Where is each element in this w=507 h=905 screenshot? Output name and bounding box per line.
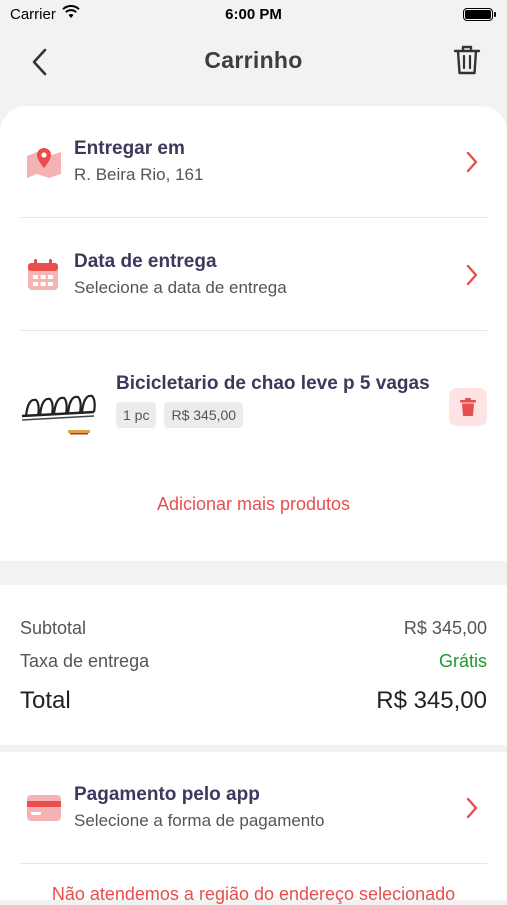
delivery-fee-row: Taxa de entrega Grátis xyxy=(20,645,487,678)
subtotal-value: R$ 345,00 xyxy=(403,618,487,638)
remove-item-button[interactable] xyxy=(449,388,487,426)
total-row: Total R$ 345,00 xyxy=(20,678,487,724)
delivery-address: R. Beira Rio, 161 xyxy=(74,164,204,184)
cart-card: Entregar em R. Beira Rio, 161 Data de en… xyxy=(0,106,507,561)
quantity-chip: 1 pc xyxy=(116,402,157,428)
subtotal-label: Subtotal xyxy=(20,618,87,638)
status-left: Carrier xyxy=(10,5,80,23)
price-chip: R$ 345,00 xyxy=(164,402,244,428)
delivery-title: Entregar em xyxy=(74,137,185,159)
product-chips: 1 pc R$ 345,00 xyxy=(116,402,449,428)
payment-title: Pagamento pelo app xyxy=(74,783,260,805)
subtotal-row: Subtotal R$ 345,00 xyxy=(20,612,487,645)
carrier-label: Carrier xyxy=(10,5,56,23)
back-button[interactable] xyxy=(22,44,58,80)
product-name: Bicicletario de chao leve p 5 vagas xyxy=(116,373,430,394)
date-subtitle: Selecione a data de entrega xyxy=(74,277,287,297)
order-summary: Subtotal R$ 345,00 Taxa de entrega Gráti… xyxy=(0,585,507,745)
product-info: Bicicletario de chao leve p 5 vagas 1 pc… xyxy=(100,340,449,428)
payment-subtitle: Selecione a forma de pagamento xyxy=(74,810,325,830)
chevron-right-icon xyxy=(457,264,487,286)
wifi-icon xyxy=(62,5,80,23)
product-image xyxy=(20,360,100,440)
delivery-address-row[interactable]: Entregar em R. Beira Rio, 161 xyxy=(20,106,487,218)
delivery-date-row[interactable]: Data de entrega Selecione a data de entr… xyxy=(20,219,487,331)
chevron-right-icon xyxy=(457,797,487,819)
chevron-right-icon xyxy=(457,151,487,173)
delivery-text: Entregar em R. Beira Rio, 161 xyxy=(70,136,457,188)
payment-text: Pagamento pelo app Selecione a forma de … xyxy=(70,782,457,834)
nav-bar: Carrinho xyxy=(0,28,507,92)
delivery-fee-value: Grátis xyxy=(438,651,487,671)
total-label: Total xyxy=(20,687,71,714)
credit-card-icon xyxy=(20,788,70,828)
back-chevron-icon xyxy=(32,48,47,76)
battery-icon xyxy=(463,7,496,21)
clear-cart-button[interactable] xyxy=(449,42,485,78)
payment-method-row[interactable]: Pagamento pelo app Selecione a forma de … xyxy=(20,752,487,864)
delivery-fee-label: Taxa de entrega xyxy=(20,651,150,671)
payment-card: Pagamento pelo app Selecione a forma de … xyxy=(0,752,507,900)
page-title: Carrinho xyxy=(204,46,303,73)
calendar-icon xyxy=(20,255,70,295)
trash-icon xyxy=(453,45,481,75)
service-area-warning: Não atendemos a região do endereço selec… xyxy=(51,884,456,904)
cart-item: Bicicletario de chao leve p 5 vagas 1 pc… xyxy=(20,340,487,460)
add-more-products-link[interactable]: Adicionar mais produtos xyxy=(0,494,507,515)
date-title: Data de entrega xyxy=(74,250,217,272)
status-bar: Carrier 6:00 PM xyxy=(0,0,507,28)
date-text: Data de entrega Selecione a data de entr… xyxy=(70,249,457,301)
trash-icon xyxy=(460,398,476,416)
total-value: R$ 345,00 xyxy=(376,687,487,714)
map-pin-icon xyxy=(20,142,70,182)
